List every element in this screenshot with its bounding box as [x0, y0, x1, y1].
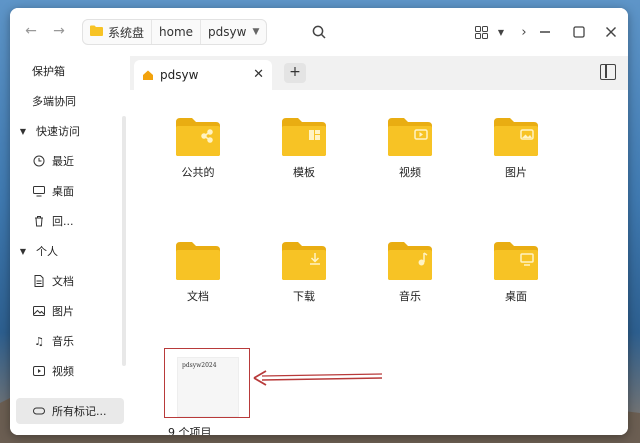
- sidebar-item-label: 所有标记...: [52, 405, 107, 418]
- tab-bar: pdsyw ✕ +: [130, 56, 628, 90]
- folder-downloads[interactable]: 下载: [264, 240, 344, 304]
- folder-pictures[interactable]: 图片: [476, 116, 556, 180]
- arrow-right-icon[interactable]: →: [50, 22, 68, 40]
- file-name: 桌面: [505, 290, 527, 303]
- sidebar-item-label: 保护箱: [32, 65, 65, 78]
- add-tab-button[interactable]: +: [284, 63, 306, 83]
- breadcrumb-label: pdsyw: [208, 25, 247, 39]
- chevron-down-icon: ▼: [19, 126, 27, 136]
- folder-desktop[interactable]: 桌面: [476, 240, 556, 304]
- sidebar-item-safe-box[interactable]: 保护箱: [10, 58, 130, 84]
- video-icon: [32, 364, 46, 378]
- maximize-icon[interactable]: [568, 21, 590, 43]
- status-bar-count: 9 个项目: [168, 426, 212, 435]
- image-file-thumbnail[interactable]: pdsyw2024: [164, 348, 250, 418]
- sidebar-group-personal[interactable]: ▼ 个人: [10, 238, 130, 264]
- breadcrumb-item-pdsyw[interactable]: pdsyw ▼: [201, 20, 266, 44]
- image-icon: [32, 304, 46, 318]
- chevron-down-icon[interactable]: ▼: [490, 21, 512, 43]
- folder-documents[interactable]: 文档: [158, 240, 238, 304]
- tag-icon: [32, 404, 46, 418]
- sidebar-item-multi-device[interactable]: 多端协同: [10, 88, 130, 114]
- sidebar-group-quick-access[interactable]: ▼ 快速访问: [10, 118, 130, 144]
- music-icon: ♫: [34, 334, 44, 348]
- sidebar-item-music[interactable]: ♫ 音乐: [10, 328, 130, 354]
- breadcrumb-label: home: [159, 25, 194, 39]
- breadcrumb-label: 系统盘: [108, 25, 145, 40]
- tab-label: pdsyw: [160, 68, 199, 82]
- sidebar-item-label: 文档: [52, 275, 74, 288]
- sidebar-item-trash[interactable]: 回...: [10, 208, 130, 234]
- folder-icon: [494, 242, 538, 280]
- sidebar-group-label: 个人: [36, 245, 58, 258]
- breadcrumb-item-home[interactable]: home: [152, 20, 202, 44]
- chevron-down-icon[interactable]: ▼: [252, 27, 259, 37]
- search-icon[interactable]: [308, 21, 330, 43]
- folder-icon: [176, 118, 220, 156]
- folder-music[interactable]: 音乐: [370, 240, 450, 304]
- minimize-icon[interactable]: [534, 21, 556, 43]
- sidebar-item-label: 桌面: [52, 185, 74, 198]
- file-name: 文档: [187, 290, 209, 303]
- folder-videos[interactable]: 视频: [370, 116, 450, 180]
- sidebar: 保护箱 多端协同 ▼ 快速访问 最近 桌面 回... ▼ 个人 文档 图片 ♫ …: [10, 56, 130, 435]
- trash-icon: [32, 214, 46, 228]
- sidebar-item-videos[interactable]: 视频: [10, 358, 130, 384]
- file-name: 图片: [505, 166, 527, 179]
- clock-icon: [32, 154, 46, 168]
- sidebar-item-desktop[interactable]: 桌面: [10, 178, 130, 204]
- sidebar-group-label: 快速访问: [36, 125, 80, 138]
- sidebar-item-label: 回...: [52, 215, 74, 228]
- folder-icon: [282, 118, 326, 156]
- chevron-down-icon: ▼: [19, 246, 27, 256]
- file-name: 音乐: [399, 290, 421, 303]
- thumbnail-caption: pdsyw2024: [182, 362, 217, 369]
- sidebar-item-all-tags[interactable]: 所有标记...: [16, 398, 124, 424]
- file-name: 模板: [293, 166, 315, 179]
- arrow-left-icon[interactable]: ←: [22, 22, 40, 40]
- thumbnail-preview: pdsyw2024: [177, 357, 239, 417]
- folder-icon: [388, 118, 432, 156]
- close-icon[interactable]: [600, 21, 622, 43]
- breadcrumb-item-system-disk[interactable]: 系统盘: [83, 20, 153, 44]
- breadcrumb: 系统盘 home pdsyw ▼: [82, 19, 268, 45]
- tab-pdsyw[interactable]: pdsyw ✕: [134, 60, 272, 90]
- sidebar-item-pictures[interactable]: 图片: [10, 298, 130, 324]
- file-name: 下载: [293, 290, 315, 303]
- sidebar-item-label: 音乐: [52, 335, 74, 348]
- sidebar-item-recent[interactable]: 最近: [10, 148, 130, 174]
- file-manager-window: ← → 系统盘 home pdsyw ▼ ▼ › 保护箱 多端协同 ▼ 快速访问…: [10, 8, 628, 435]
- annotation-arrow-icon: [253, 370, 383, 386]
- grid-view-icon[interactable]: [470, 21, 492, 43]
- sidebar-item-label: 最近: [52, 155, 74, 168]
- folder-icon: [90, 25, 103, 39]
- sidebar-item-label: 图片: [52, 305, 74, 318]
- document-icon: [32, 274, 46, 288]
- folder-templates[interactable]: 模板: [264, 116, 344, 180]
- file-name: 公共的: [181, 166, 215, 179]
- monitor-icon: [32, 184, 46, 198]
- close-icon[interactable]: ✕: [253, 67, 264, 82]
- sidebar-item-documents[interactable]: 文档: [10, 268, 130, 294]
- file-name: 视频: [399, 166, 421, 179]
- sidebar-item-label: 视频: [52, 365, 74, 378]
- file-view: pdsyw ✕ + 公共的 模板 视频 图片 文档 下载 音乐 桌面 pdsyw…: [130, 56, 628, 435]
- folder-public[interactable]: 公共的: [158, 116, 238, 180]
- folder-icon: [494, 118, 538, 156]
- sidebar-item-label: 多端协同: [32, 95, 76, 108]
- home-icon: [142, 69, 154, 81]
- sidebar-toggle-icon[interactable]: [600, 64, 616, 80]
- folder-icon: [282, 242, 326, 280]
- toolbar: ← → 系统盘 home pdsyw ▼ ▼ ›: [10, 8, 628, 56]
- folder-icon: [388, 242, 432, 280]
- sidebar-scrollbar[interactable]: [122, 116, 126, 366]
- folder-icon: [176, 242, 220, 280]
- chevron-right-icon[interactable]: ›: [513, 21, 535, 43]
